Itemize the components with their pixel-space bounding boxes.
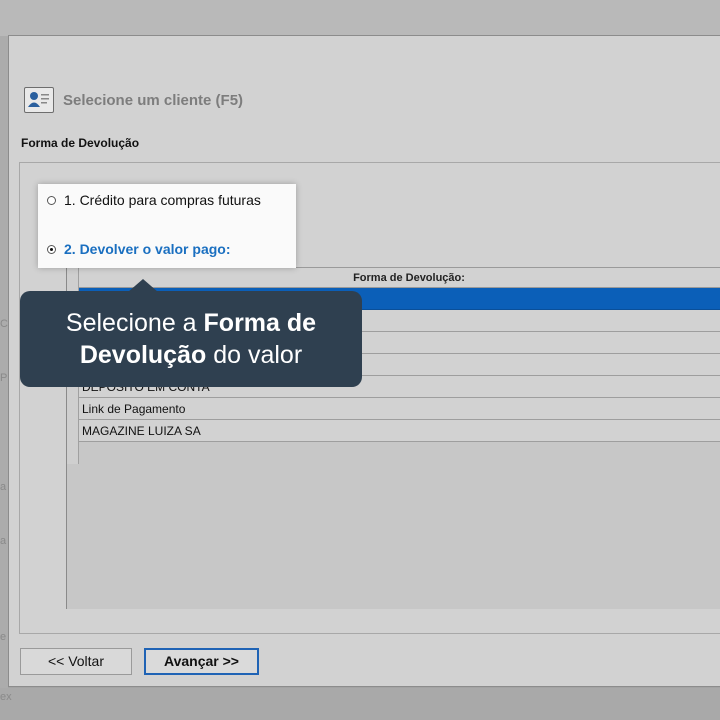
option-credit-radio[interactable] [47,196,56,205]
background-text: C [0,318,8,330]
background-text: P [0,372,8,384]
table-row[interactable]: MAGAZINE LUIZA SA [79,420,720,442]
option-refund-label[interactable]: 2. Devolver o valor pago: [64,241,231,257]
background-text: a [0,481,7,493]
return-option-radio-group: 1. Crédito para compras futuras 2. Devol… [38,184,296,268]
back-button[interactable]: << Voltar [20,648,132,675]
grid-column-header[interactable]: Forma de Devolução: [79,268,720,288]
tooltip-bold-text: Devolução [79,341,207,369]
table-row[interactable]: Link de Pagamento [79,398,720,420]
option-credit-label[interactable]: 1. Crédito para compras futuras [64,192,261,208]
tooltip-text: do valor [206,341,303,369]
background-app-top [0,0,720,36]
dialog-title: Selecione um cliente (F5) [63,92,244,109]
section-label: Forma de Devolução [21,136,140,150]
background-app-bottom [0,688,720,720]
next-button[interactable]: Avançar >> [144,648,259,675]
tutorial-tooltip: Selecione a Forma de Devolução do valor [20,291,362,387]
tooltip-bold-text: Forma de [203,309,317,337]
background-text: ex [0,691,12,703]
background-text: e [0,631,7,643]
customer-card-icon [24,87,54,113]
option-refund-radio[interactable] [47,245,56,254]
background-text: a [0,535,7,547]
tooltip-text: Selecione a [65,309,204,337]
